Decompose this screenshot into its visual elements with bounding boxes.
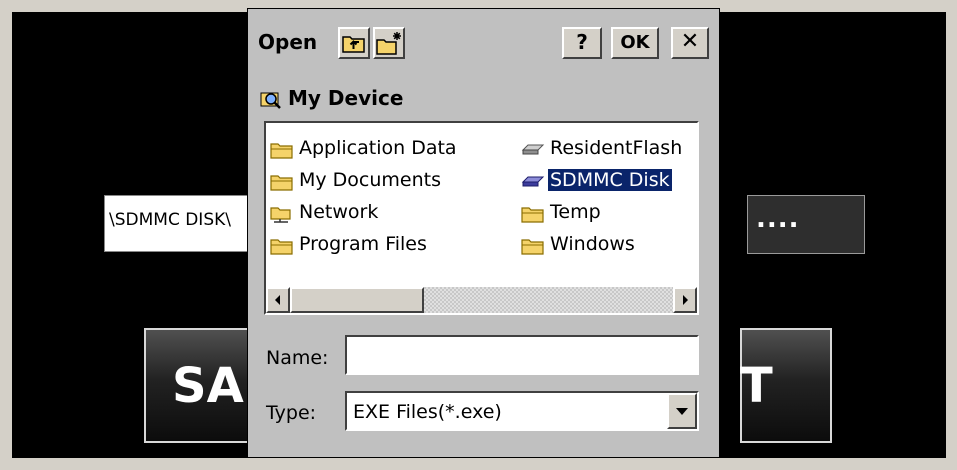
folder-icon — [270, 143, 293, 159]
file-item-label: Windows — [550, 233, 635, 255]
name-label: Name: — [266, 347, 329, 369]
file-item-label: ResidentFlash — [550, 137, 683, 159]
arrow-left-icon — [275, 295, 280, 305]
save-button-label: SA — [172, 358, 244, 414]
open-dialog: Open ? OK ✕ My Device Application Data M… — [247, 8, 720, 458]
folder-icon — [270, 175, 293, 191]
storage-card-icon — [521, 176, 545, 187]
type-select[interactable]: EXE Files(*.exe) — [345, 391, 699, 431]
file-item-label: Application Data — [299, 137, 457, 159]
file-list[interactable]: Application Data My Documents Network Pr… — [264, 121, 699, 315]
network-folder-icon — [270, 207, 291, 223]
help-button[interactable]: ? — [562, 27, 602, 59]
path-field[interactable]: \SDMMC DISK\ — [104, 195, 266, 252]
browse-button[interactable]: .... — [747, 195, 865, 254]
scroll-right-button[interactable] — [673, 287, 697, 313]
exit-button-label: T — [740, 358, 773, 414]
file-item-label: Network — [299, 201, 379, 223]
ok-button[interactable]: OK — [611, 27, 659, 59]
storage-card-icon — [521, 144, 545, 155]
browse-button-label: .... — [756, 204, 800, 234]
type-select-value: EXE Files(*.exe) — [353, 401, 502, 423]
horizontal-scrollbar[interactable] — [266, 287, 697, 313]
folder-icon — [521, 207, 544, 223]
folder-icon — [270, 239, 293, 255]
new-folder-icon — [376, 32, 401, 55]
scrollbar-thumb[interactable] — [290, 287, 424, 313]
type-dropdown-button[interactable] — [667, 393, 697, 429]
type-label: Type: — [266, 402, 317, 424]
file-item-label: Program Files — [299, 233, 427, 255]
file-item-label: My Documents — [299, 169, 442, 191]
up-folder-icon — [342, 36, 365, 53]
exit-button[interactable]: T — [740, 328, 832, 443]
path-text: \SDMMC DISK\ — [109, 210, 231, 230]
scroll-left-button[interactable] — [266, 287, 290, 313]
file-item-label: SDMMC Disk — [547, 168, 673, 192]
file-item-label: Temp — [550, 201, 601, 223]
new-folder-button[interactable] — [373, 27, 405, 59]
current-location-label: My Device — [288, 86, 404, 110]
up-folder-button[interactable] — [338, 27, 370, 59]
close-button[interactable]: ✕ — [671, 27, 709, 59]
folder-icon — [521, 239, 544, 255]
arrow-right-icon — [683, 295, 688, 305]
dialog-title: Open — [258, 30, 318, 54]
chevron-down-icon — [676, 408, 688, 415]
name-input[interactable] — [345, 335, 699, 375]
save-button[interactable]: SA — [144, 328, 262, 443]
my-device-icon — [260, 92, 281, 109]
